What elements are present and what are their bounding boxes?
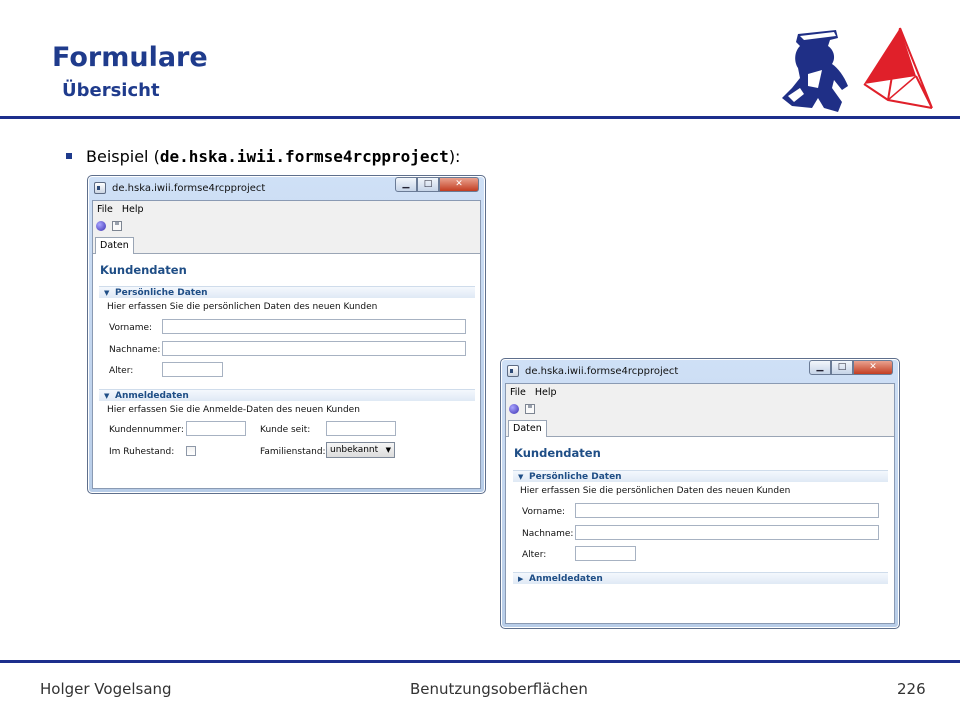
bullet-item: Beispiel (de.hska.iwii.formse4rcpproject…	[66, 147, 460, 166]
nachname-field[interactable]	[575, 525, 879, 540]
section-description: Hier erfassen Sie die Anmelde-Daten des …	[107, 405, 360, 415]
ruhestand-label: Im Ruhestand:	[109, 447, 175, 457]
menu-help[interactable]: Help	[535, 387, 557, 398]
vorname-label: Vorname:	[109, 323, 153, 333]
maximize-icon[interactable]: □	[417, 177, 439, 192]
window-titlebar[interactable]: de.hska.iwii.formse4rcpproject ▁ □ ✕	[92, 177, 481, 198]
toolbar	[506, 400, 894, 417]
section-persoenliche-daten[interactable]: ▼ Persönliche Daten	[99, 286, 475, 298]
section-title: Anmeldedaten	[115, 391, 189, 401]
familienstand-label: Familienstand:	[260, 447, 326, 457]
familienstand-select[interactable]: unbekannt ▼	[326, 442, 395, 458]
bullet-code: de.hska.iwii.formse4rcpproject	[159, 147, 449, 166]
alter-field[interactable]	[162, 362, 223, 377]
footer-author: Holger Vogelsang	[40, 680, 172, 698]
app-icon	[94, 182, 106, 194]
vorname-field[interactable]	[575, 503, 879, 518]
bullet-text-suffix: ):	[448, 147, 461, 166]
run-icon[interactable]	[509, 403, 519, 414]
section-title: Persönliche Daten	[529, 472, 622, 482]
menu-file[interactable]: File	[510, 387, 526, 398]
app-icon	[507, 365, 519, 377]
slide-subtitle: Übersicht	[62, 80, 160, 101]
tab-bar: Daten	[506, 417, 894, 437]
section-title: Persönliche Daten	[115, 288, 208, 298]
section-persoenliche-daten[interactable]: ▼ Persönliche Daten	[513, 470, 888, 482]
menu-help[interactable]: Help	[122, 204, 144, 215]
window-title: de.hska.iwii.formse4rcpproject	[112, 183, 266, 194]
tab-daten[interactable]: Daten	[508, 420, 547, 437]
alter-label: Alter:	[109, 366, 134, 376]
triangle-down-icon: ▼	[104, 392, 110, 400]
kunde-seit-field[interactable]	[326, 421, 396, 436]
window-client: File Help Daten Kundendaten ▼ Persönliche …	[505, 383, 895, 624]
alter-field[interactable]	[575, 546, 636, 561]
toolbar	[93, 217, 480, 234]
vorname-field[interactable]	[162, 319, 466, 334]
save-icon[interactable]	[112, 220, 122, 231]
graduate-logo-icon	[782, 30, 848, 112]
kundennummer-label: Kundennummer:	[109, 425, 184, 435]
triangle-right-icon: ▶	[518, 575, 524, 583]
footer-page-number: 226	[897, 680, 926, 698]
window-titlebar[interactable]: de.hska.iwii.formse4rcpproject ▁ □ ✕	[505, 360, 895, 381]
close-icon[interactable]: ✕	[439, 177, 479, 192]
form-title: Kundendaten	[100, 263, 187, 277]
tab-bar: Daten	[93, 234, 480, 254]
sail-logo-icon	[863, 27, 933, 109]
triangle-down-icon: ▼	[104, 289, 110, 297]
familienstand-value: unbekannt	[330, 445, 379, 455]
maximize-icon[interactable]: □	[831, 360, 853, 375]
nachname-label: Nachname:	[522, 529, 574, 539]
footer-course: Benutzungsoberflächen	[410, 680, 588, 698]
nachname-label: Nachname:	[109, 345, 161, 355]
chevron-down-icon: ▼	[385, 446, 391, 454]
ruhestand-checkbox[interactable]	[186, 446, 196, 456]
section-description: Hier erfassen Sie die persönlichen Daten…	[520, 486, 791, 496]
triangle-down-icon: ▼	[518, 473, 524, 481]
tab-daten[interactable]: Daten	[95, 237, 134, 254]
vorname-label: Vorname:	[522, 507, 566, 517]
app-window-1: de.hska.iwii.formse4rcpproject ▁ □ ✕ Fil…	[87, 175, 486, 494]
menu-file[interactable]: File	[97, 204, 113, 215]
alter-label: Alter:	[522, 550, 547, 560]
form-title: Kundendaten	[514, 446, 601, 460]
menu-bar: File Help	[93, 201, 480, 217]
window-client: File Help Daten Kundendaten ▼ Persönliche …	[92, 200, 481, 489]
window-title: de.hska.iwii.formse4rcpproject	[525, 366, 679, 377]
save-icon[interactable]	[525, 403, 535, 414]
menu-bar: File Help	[506, 384, 894, 400]
app-window-2: de.hska.iwii.formse4rcpproject ▁ □ ✕ Fil…	[500, 358, 900, 629]
window-controls: ▁ □ ✕	[395, 177, 479, 192]
window-controls: ▁ □ ✕	[809, 360, 893, 375]
bullet-text-prefix: Beispiel (	[86, 147, 160, 166]
minimize-icon[interactable]: ▁	[395, 177, 417, 192]
run-icon[interactable]	[96, 220, 106, 231]
section-title: Anmeldedaten	[529, 574, 603, 584]
nachname-field[interactable]	[162, 341, 466, 356]
close-icon[interactable]: ✕	[853, 360, 893, 375]
footer-divider	[0, 660, 960, 663]
kundennummer-field[interactable]	[186, 421, 246, 436]
section-description: Hier erfassen Sie die persönlichen Daten…	[107, 302, 378, 312]
header-divider	[0, 116, 960, 119]
kunde-seit-label: Kunde seit:	[260, 425, 311, 435]
minimize-icon[interactable]: ▁	[809, 360, 831, 375]
section-anmeldedaten[interactable]: ▼ Anmeldedaten	[99, 389, 475, 401]
bullet-icon	[66, 152, 72, 159]
slide-title: Formulare	[52, 42, 208, 73]
section-anmeldedaten[interactable]: ▶ Anmeldedaten	[513, 572, 888, 584]
